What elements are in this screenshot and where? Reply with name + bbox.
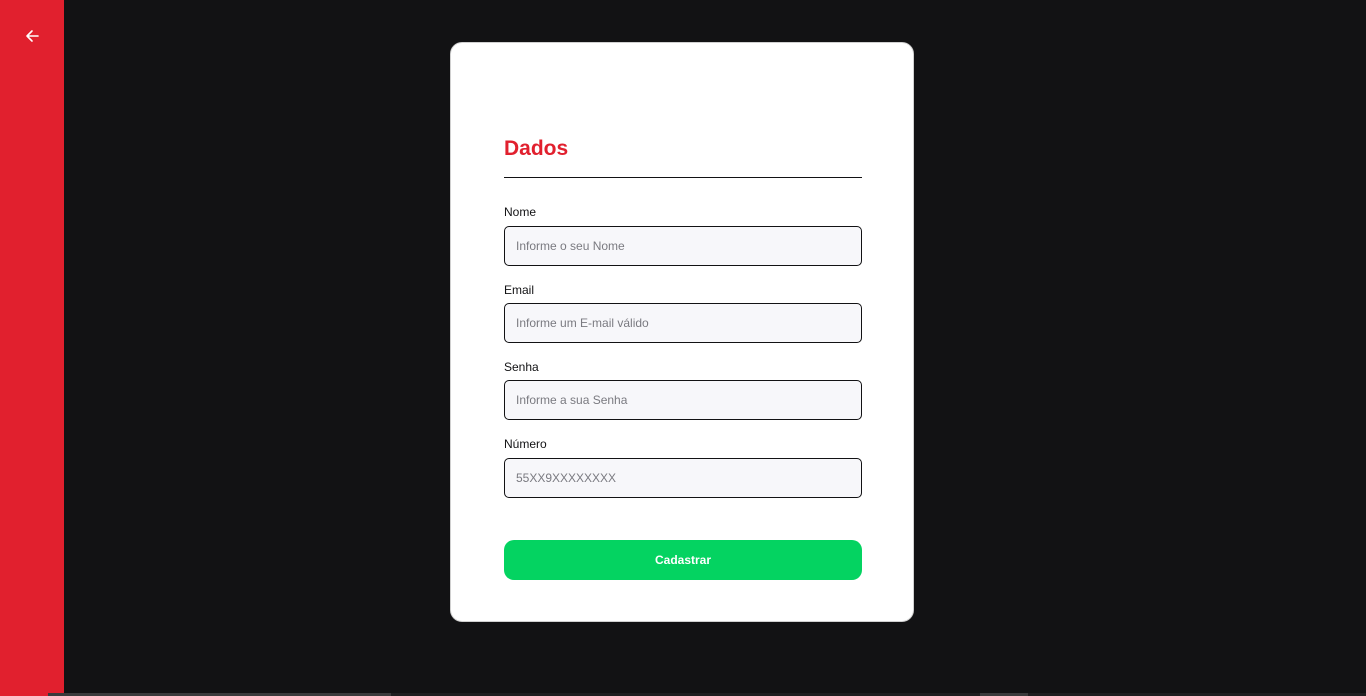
number-label: Número — [504, 437, 547, 451]
name-label: Nome — [504, 205, 537, 219]
arrow-left-icon — [26, 30, 39, 42]
email-input[interactable] — [504, 303, 862, 343]
submit-button[interactable]: Cadastrar — [504, 540, 862, 580]
title-divider — [504, 177, 862, 178]
sidebar — [0, 0, 64, 696]
form-title: Dados — [504, 137, 569, 160]
password-label: Senha — [504, 360, 539, 374]
number-input[interactable] — [504, 458, 862, 498]
password-input[interactable] — [504, 380, 862, 420]
back-button[interactable] — [20, 24, 44, 48]
email-label: Email — [504, 283, 535, 297]
signup-card: Dados Nome Email Senha Número Cadastrar — [450, 42, 914, 622]
name-input[interactable] — [504, 226, 862, 266]
